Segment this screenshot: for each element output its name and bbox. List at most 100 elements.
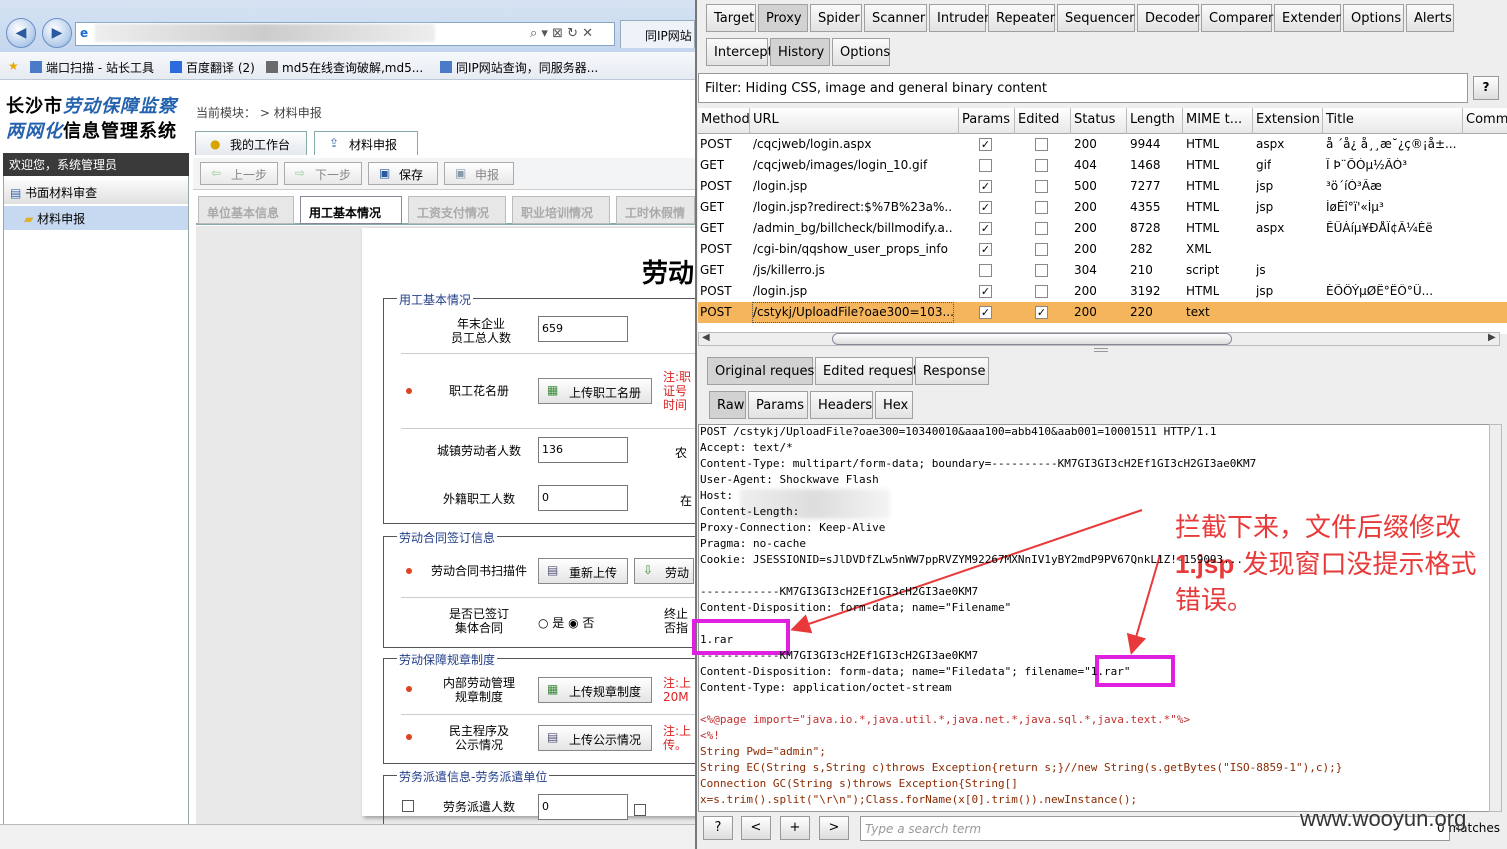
upload-roster-button[interactable]: ▦ 上传职工名册	[538, 378, 652, 404]
view-tab-hex[interactable]: Hex	[875, 391, 913, 419]
view-tab-headers[interactable]: Headers	[810, 391, 873, 419]
edited-checkbox[interactable]	[1035, 201, 1048, 214]
raw-line: Connection GC(String s)throws Exception{…	[700, 777, 1018, 790]
cell-status: 200	[1074, 242, 1097, 256]
edited-checkbox[interactable]	[1035, 285, 1048, 298]
tab-material[interactable]: ⇪ 材料申报	[314, 131, 418, 155]
main-tab-sequencer[interactable]: Sequencer	[1057, 4, 1135, 32]
main-tab-extender[interactable]: Extender	[1274, 4, 1341, 32]
search-add-button[interactable]: +	[780, 816, 810, 840]
back-icon[interactable]: ◀	[6, 18, 36, 48]
tab-employment[interactable]: 用工基本情况	[300, 196, 402, 224]
forward-icon[interactable]: ▶	[42, 18, 72, 48]
sub-tab-history[interactable]: History	[770, 38, 830, 66]
params-checkbox[interactable]: ✓	[979, 222, 992, 235]
tab-hours[interactable]: 工时休假情	[616, 196, 695, 224]
params-checkbox[interactable]: ✓	[979, 243, 992, 256]
fav-item[interactable]: 百度翻译 (2)	[170, 59, 255, 76]
column-header[interactable]: Title	[1326, 112, 1354, 127]
request-tab[interactable]: Response	[915, 357, 989, 385]
params-checkbox[interactable]	[979, 159, 992, 172]
tab-wages[interactable]: 工资支付情况	[408, 196, 506, 224]
address-actions-icon[interactable]: ⌕ ▾ ⊠ ↻ ✕	[530, 26, 593, 41]
raw-line: Accept: text/*	[700, 441, 793, 454]
column-header[interactable]: Comm	[1466, 112, 1507, 127]
upload-demo-button[interactable]: ▤ 上传公示情况	[538, 725, 652, 751]
request-tab[interactable]: Edited request	[815, 357, 918, 385]
edited-checkbox[interactable]	[1035, 138, 1048, 151]
fav-item[interactable]: 端口扫描 - 站长工具	[30, 59, 154, 76]
reupload-button[interactable]: ▤ 重新上传	[538, 558, 628, 584]
params-checkbox[interactable]: ✓	[979, 201, 992, 214]
params-checkbox[interactable]: ✓	[979, 306, 992, 319]
fav-item[interactable]: md5在线查询破解,md5...	[266, 59, 423, 76]
tab-workbench[interactable]: ● 我的工作台	[195, 131, 307, 155]
view-tab-params[interactable]: Params	[748, 391, 808, 419]
edited-checkbox[interactable]	[1035, 243, 1048, 256]
sub-tab-options[interactable]: Options	[832, 38, 890, 66]
column-header[interactable]: Status	[1074, 112, 1115, 127]
main-tab-comparer[interactable]: Comparer	[1201, 4, 1273, 32]
sub-tab-intercept[interactable]: Intercept	[706, 38, 773, 66]
fav-item[interactable]: 同IP网站查询，同服务器...	[440, 59, 598, 76]
welcome-text: 欢迎您，系统管理员	[3, 153, 189, 176]
splitter-handle[interactable]	[1094, 348, 1108, 352]
collective-radio-group[interactable]: ○ 是 ◉ 否	[538, 614, 594, 631]
edited-checkbox[interactable]: ✓	[1035, 306, 1048, 319]
edited-checkbox[interactable]	[1035, 159, 1048, 172]
star-icon[interactable]: ★	[8, 59, 19, 73]
column-header[interactable]: Edited	[1018, 112, 1059, 127]
cell-method: GET	[700, 158, 725, 172]
main-tab-intruder[interactable]: Intruder	[929, 4, 989, 32]
column-header[interactable]: Method	[701, 112, 750, 127]
column-header[interactable]: Extension	[1256, 112, 1320, 127]
scroll-right-icon[interactable]: ▶	[1488, 332, 1496, 343]
column-header[interactable]: MIME t...	[1186, 112, 1242, 127]
view-tab-raw[interactable]: Raw	[709, 391, 746, 419]
params-checkbox[interactable]: ✓	[979, 138, 992, 151]
column-header[interactable]: Params	[962, 112, 1010, 127]
main-tab-proxy[interactable]: Proxy	[758, 4, 808, 32]
column-header[interactable]: Length	[1130, 112, 1175, 127]
edited-checkbox[interactable]	[1035, 222, 1048, 235]
search-next-button[interactable]: >	[819, 816, 849, 840]
main-tab-options[interactable]: Options	[1343, 4, 1404, 32]
upload-rules-button[interactable]: ▦ 上传规章制度	[538, 677, 652, 703]
next-button[interactable]: ⇨ 下一步	[284, 162, 362, 185]
foreign-count-input[interactable]: 0	[538, 485, 628, 511]
submit-button[interactable]: ▣ 申报	[444, 162, 514, 185]
params-checkbox[interactable]: ✓	[979, 285, 992, 298]
cell-url: /js/killerro.js	[753, 263, 825, 277]
filter-help-button[interactable]: ?	[1473, 76, 1499, 100]
scroll-left-icon[interactable]: ◀	[702, 332, 710, 343]
search-help-button[interactable]: ?	[703, 816, 733, 840]
main-tab-scanner[interactable]: Scanner	[864, 4, 927, 32]
params-checkbox[interactable]	[979, 264, 992, 277]
urban-count-input[interactable]: 136	[538, 437, 628, 463]
main-tab-spider[interactable]: Spider	[810, 4, 862, 32]
dispatch-count-input[interactable]: 0	[538, 794, 628, 820]
prev-button[interactable]: ⇦ 上一步	[200, 162, 278, 185]
column-header[interactable]: URL	[753, 112, 779, 127]
params-checkbox[interactable]: ✓	[979, 180, 992, 193]
main-tab-decoder[interactable]: Decoder	[1137, 4, 1200, 32]
request-tab[interactable]: Original request	[707, 357, 819, 385]
hscroll-thumb[interactable]	[832, 333, 1232, 345]
nav-item-review[interactable]: ▤ 书面材料审查	[4, 180, 188, 204]
contract-upload-button[interactable]: ⇩ 劳动	[634, 558, 694, 584]
dispatch-checkbox[interactable]	[402, 800, 414, 812]
tab-training[interactable]: 职业培训情况	[512, 196, 610, 224]
main-tab-repeater[interactable]: Repeater	[988, 4, 1055, 32]
dispatch-checkbox-2[interactable]	[634, 804, 646, 816]
main-tab-target[interactable]: Target	[706, 4, 756, 32]
total-employees-input[interactable]: 659	[538, 316, 628, 342]
search-prev-button[interactable]: <	[741, 816, 771, 840]
main-tab-alerts[interactable]: Alerts	[1406, 4, 1454, 32]
nav-item-material[interactable]: ▰ 材料申报	[4, 206, 188, 230]
edited-checkbox[interactable]	[1035, 264, 1048, 277]
filter-bar[interactable]: Filter: Hiding CSS, image and general bi…	[698, 73, 1468, 103]
tab-unit-info[interactable]: 单位基本信息	[198, 196, 294, 224]
save-button[interactable]: ▣ 保存	[368, 162, 438, 185]
browser-tab[interactable]: 同IP网站	[620, 20, 695, 48]
edited-checkbox[interactable]	[1035, 180, 1048, 193]
